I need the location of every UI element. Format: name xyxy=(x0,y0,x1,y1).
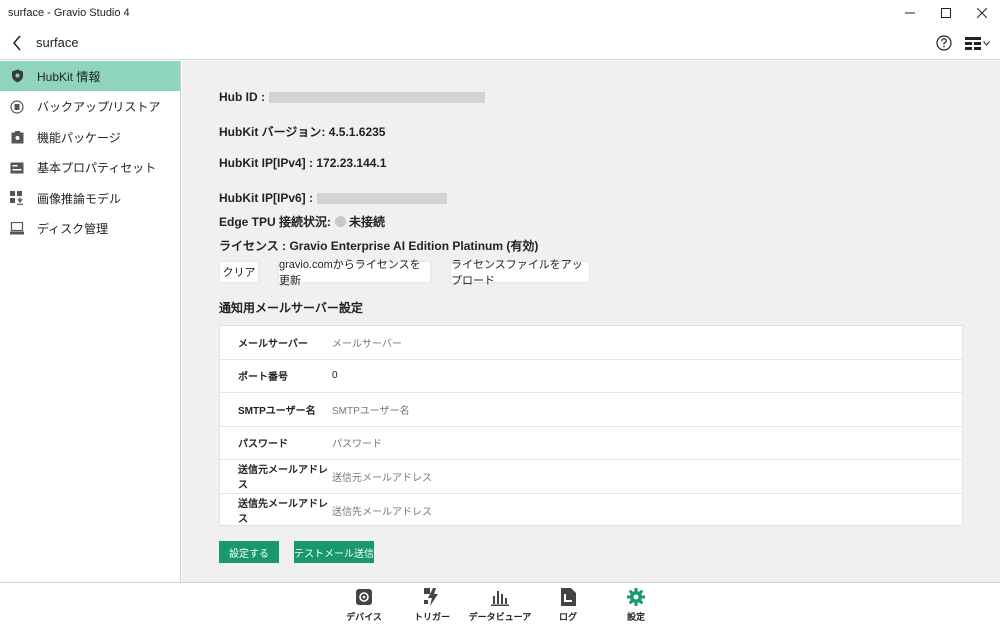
layout-menu-button[interactable] xyxy=(965,32,994,54)
back-arrow-icon xyxy=(13,35,21,50)
version-label: HubKit バージョン: xyxy=(219,125,326,139)
send-test-mail-button[interactable]: テストメール送信 xyxy=(294,541,374,563)
model-download-icon xyxy=(10,191,24,205)
nav-settings[interactable]: 設定 xyxy=(601,587,671,623)
license-value: Gravio Enterprise AI Edition Platinum (有… xyxy=(289,239,539,253)
version-row: HubKit バージョン: 4.5.1.6235 xyxy=(219,123,385,140)
main-content: Hub ID : HubKit バージョン: 4.5.1.6235 HubKit… xyxy=(182,61,1000,582)
sender-address-row: 送信元メールアドレス 送信元メールアドレス xyxy=(220,460,962,494)
license-label: ライセンス : xyxy=(219,239,287,253)
sidebar: HubKit 情報 バックアップ/リストア 機能パッケージ 基本プロパティセット… xyxy=(0,61,181,582)
redacted-ipv6 xyxy=(317,192,448,204)
sidebar-item-packages[interactable]: 機能パッケージ xyxy=(0,122,180,152)
maximize-icon xyxy=(941,8,951,18)
ipv4-row: HubKit IP[IPv4] : 172.23.144.1 xyxy=(219,156,386,170)
title-bar: surface - Gravio Studio 4 xyxy=(0,0,1000,26)
sidebar-item-label: HubKit 情報 xyxy=(37,69,101,84)
tpu-status: 未接続 xyxy=(349,215,386,229)
hub-name: surface xyxy=(36,35,79,50)
sidebar-item-label: バックアップ/リストア xyxy=(37,100,161,114)
version-value: 4.5.1.6235 xyxy=(328,124,386,139)
ipv4-value: 172.23.144.1 xyxy=(316,156,387,170)
close-button[interactable] xyxy=(964,0,1000,26)
sidebar-item-disk-management[interactable]: ディスク管理 xyxy=(0,214,180,244)
mail-server-input[interactable]: メールサーバー xyxy=(332,335,402,350)
smtp-user-input[interactable]: SMTPユーザー名 xyxy=(332,402,410,417)
sender-address-label: 送信元メールアドレス xyxy=(238,465,328,492)
upload-license-button[interactable]: ライセンスファイルをアップロード xyxy=(450,259,590,287)
password-label: パスワード xyxy=(238,439,288,451)
password-input[interactable]: パスワード xyxy=(332,435,382,450)
help-button[interactable] xyxy=(933,32,955,54)
tpu-label: Edge TPU 接続状況: xyxy=(219,215,332,229)
gear-icon xyxy=(626,587,646,607)
password-row: パスワード パスワード xyxy=(220,427,962,460)
sidebar-item-image-model[interactable]: 画像推論モデル xyxy=(0,183,180,213)
back-button[interactable] xyxy=(0,26,34,60)
nav-log-label: ログ xyxy=(558,612,577,622)
help-icon xyxy=(936,35,952,51)
license-row: ライセンス : Gravio Enterprise AI Edition Pla… xyxy=(219,237,538,254)
close-icon xyxy=(977,8,987,18)
window-controls xyxy=(892,0,1000,26)
recipient-address-input[interactable]: 送信先メールアドレス xyxy=(332,503,432,518)
sidebar-item-property-set[interactable]: 基本プロパティセット xyxy=(0,153,180,183)
minimize-icon xyxy=(905,12,915,14)
hub-id-row: Hub ID : xyxy=(219,90,485,104)
ipv6-row: HubKit IP[IPv6] : xyxy=(219,191,448,205)
update-license-button[interactable]: gravio.comからライセンスを更新 xyxy=(278,259,431,287)
nav-data-viewer[interactable]: データビューア xyxy=(465,587,535,623)
backup-icon xyxy=(10,99,24,114)
ipv4-label: HubKit IP[IPv4] : xyxy=(219,156,314,170)
sidebar-item-label: 機能パッケージ xyxy=(37,130,121,145)
package-icon xyxy=(10,130,24,144)
redacted-hub-id xyxy=(269,91,485,103)
nav-settings-label: 設定 xyxy=(626,612,645,622)
port-input[interactable]: 0 xyxy=(332,370,338,381)
navigation-bar: surface xyxy=(0,26,1000,60)
sidebar-item-hubkit-info[interactable]: HubKit 情報 xyxy=(0,61,180,91)
data-viewer-icon xyxy=(490,587,510,607)
nav-triggers[interactable]: トリガー xyxy=(397,587,467,623)
mail-section-title: 通知用メールサーバー設定 xyxy=(219,301,363,315)
nav-devices[interactable]: デバイス xyxy=(329,587,399,623)
smtp-user-label: SMTPユーザー名 xyxy=(238,405,316,417)
mail-server-row: メールサーバー メールサーバー xyxy=(220,326,962,360)
hub-id-label: Hub ID : xyxy=(219,90,265,104)
log-icon xyxy=(558,587,578,607)
device-icon xyxy=(354,587,374,607)
sidebar-item-label: 基本プロパティセット xyxy=(37,161,157,175)
recipient-address-label: 送信先メールアドレス xyxy=(238,499,328,526)
recipient-address-row: 送信先メールアドレス 送信先メールアドレス xyxy=(220,494,962,528)
shield-icon xyxy=(10,69,24,83)
clear-license-button[interactable]: クリア xyxy=(219,261,259,283)
nav-log[interactable]: ログ xyxy=(533,587,603,623)
ipv6-label: HubKit IP[IPv6] : xyxy=(219,191,314,205)
sidebar-item-label: ディスク管理 xyxy=(37,222,109,236)
minimize-button[interactable] xyxy=(892,0,928,26)
nav-data-viewer-label: データビューア xyxy=(468,612,532,622)
status-dot-icon xyxy=(335,216,347,227)
smtp-user-row: SMTPユーザー名 SMTPユーザー名 xyxy=(220,393,962,427)
property-icon xyxy=(10,161,24,175)
trigger-icon xyxy=(422,587,442,607)
mail-settings-form: メールサーバー メールサーバー ポート番号 0 SMTPユーザー名 SMTPユー… xyxy=(219,325,963,526)
nav-triggers-label: トリガー xyxy=(413,612,450,622)
sidebar-item-backup-restore[interactable]: バックアップ/リストア xyxy=(0,92,180,122)
nav-devices-label: デバイス xyxy=(346,612,382,622)
nav-actions xyxy=(933,26,994,60)
maximize-button[interactable] xyxy=(928,0,964,26)
mail-server-label: メールサーバー xyxy=(238,338,308,350)
chevron-down-icon xyxy=(983,40,990,46)
save-settings-button[interactable]: 設定する xyxy=(219,541,279,563)
port-row: ポート番号 0 xyxy=(220,360,962,393)
sidebar-item-label: 画像推論モデル xyxy=(37,191,122,206)
disk-icon xyxy=(10,222,24,236)
layout-icon xyxy=(965,37,981,50)
edge-tpu-row: Edge TPU 接続状況: 未接続 xyxy=(219,213,385,230)
window-title: surface - Gravio Studio 4 xyxy=(8,7,130,19)
port-label: ポート番号 xyxy=(238,372,288,384)
sender-address-input[interactable]: 送信元メールアドレス xyxy=(332,469,432,484)
bottom-navigation: デバイス トリガー データビューア ログ 設定 xyxy=(0,582,1000,629)
